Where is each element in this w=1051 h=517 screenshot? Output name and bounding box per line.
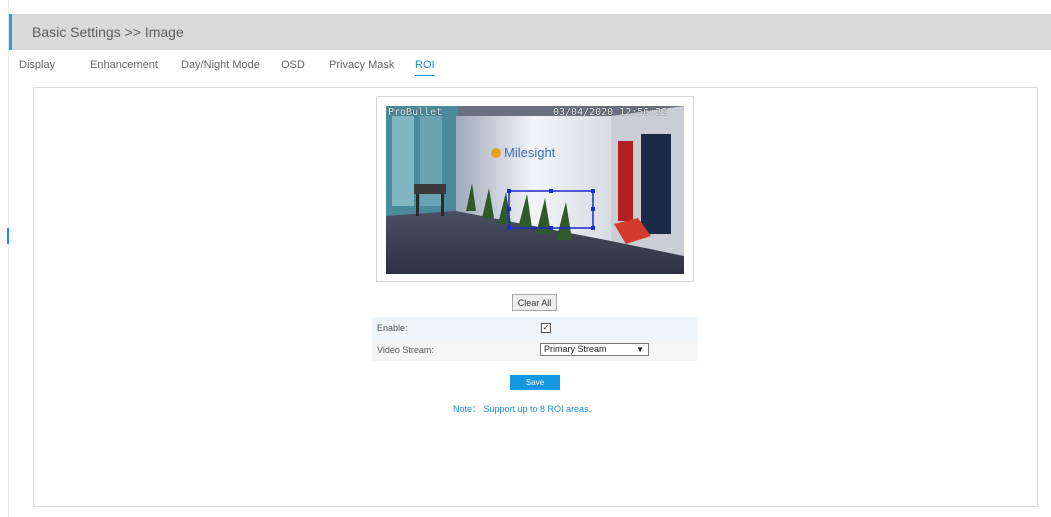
milesight-logo-text: Milesight (504, 145, 556, 160)
camera-snapshot[interactable]: Milesight (386, 106, 684, 274)
milesight-logo-icon (491, 148, 501, 158)
osd-timestamp: 03/04/2020 12:56:22 (553, 107, 668, 118)
enable-row: Enable: ✓ (372, 317, 698, 339)
tab-enhancement[interactable]: Enhancement (90, 59, 158, 75)
tab-roi[interactable]: ROI (415, 59, 435, 76)
tab-privacy-mask[interactable]: Privacy Mask (329, 59, 394, 75)
page-header: Basic Settings >> Image (9, 14, 1051, 50)
video-stream-select[interactable]: Primary Stream ▼ (540, 343, 649, 356)
video-stream-label: Video Stream: (377, 345, 434, 355)
tab-display[interactable]: Display (19, 59, 55, 75)
clear-all-button[interactable]: Clear All (512, 294, 557, 311)
save-button[interactable]: Save (510, 375, 560, 390)
video-stream-value: Primary Stream (544, 344, 607, 354)
osd-camera-name: ProBullet (388, 107, 443, 118)
tab-osd[interactable]: OSD (281, 59, 305, 75)
sidebar-collapse-handle[interactable] (7, 228, 9, 244)
left-border-line (8, 0, 9, 517)
video-stream-row: Video Stream: Primary Stream ▼ (372, 339, 698, 361)
tab-day-night-mode[interactable]: Day/Night Mode (181, 59, 260, 75)
enable-checkbox[interactable]: ✓ (541, 323, 551, 333)
enable-label: Enable: (377, 323, 408, 333)
video-preview-frame: Milesight ProBullet 03/04/2020 12:56:22 (376, 96, 694, 282)
page-title: Basic Settings >> Image (32, 24, 184, 40)
roi-note: Note： Support up to 8 ROI areas. (453, 404, 592, 414)
chevron-down-icon: ▼ (636, 345, 644, 354)
